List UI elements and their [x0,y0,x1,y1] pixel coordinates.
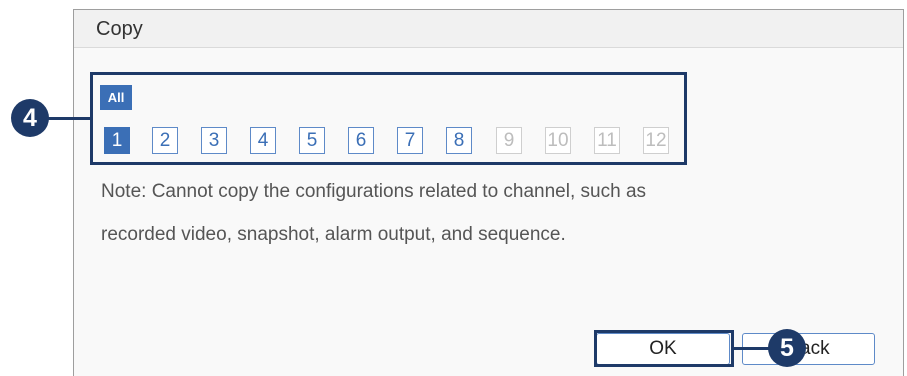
callout-badge-5: 5 [768,329,806,367]
callout-badge-4: 4 [11,99,49,137]
dialog-title: Copy [96,18,143,40]
callout-highlight-ok [594,330,734,367]
note-line-2: recorded video, snapshot, alarm output, … [101,224,566,245]
callout-connector-4 [48,117,91,120]
dialog-titlebar: Copy [74,10,903,48]
note-line-1: Note: Cannot copy the configurations rel… [101,181,647,202]
callout-highlight-channels [90,72,687,165]
callout-connector-5 [733,347,769,350]
